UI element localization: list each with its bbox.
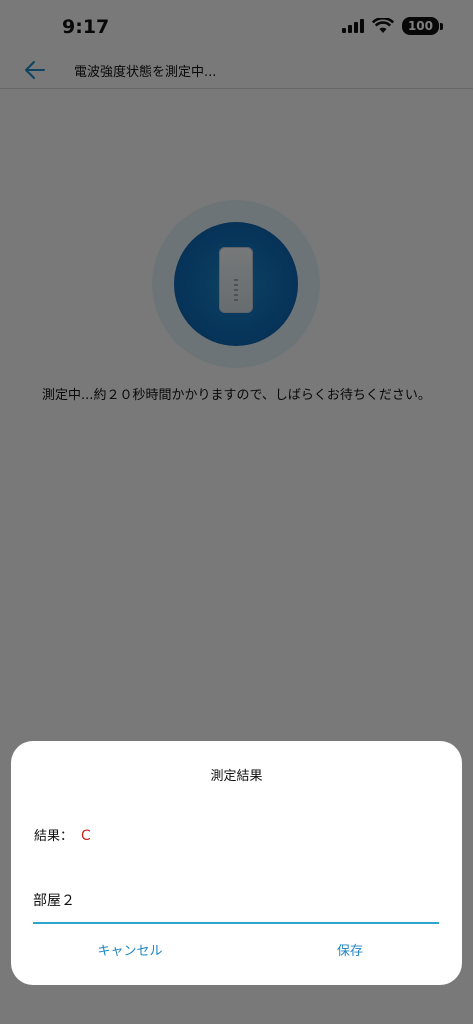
result-row: 結果： C [34, 825, 91, 844]
cancel-button[interactable]: キャンセル [17, 937, 243, 961]
result-value: C [81, 828, 91, 844]
room-name-input[interactable] [33, 878, 439, 924]
save-button[interactable]: 保存 [237, 937, 463, 961]
dialog-title: 測定結果 [210, 769, 263, 784]
result-dialog: 測定結果 結果： C キャンセル 保存 [11, 741, 462, 985]
result-label: 結果： [34, 829, 74, 844]
